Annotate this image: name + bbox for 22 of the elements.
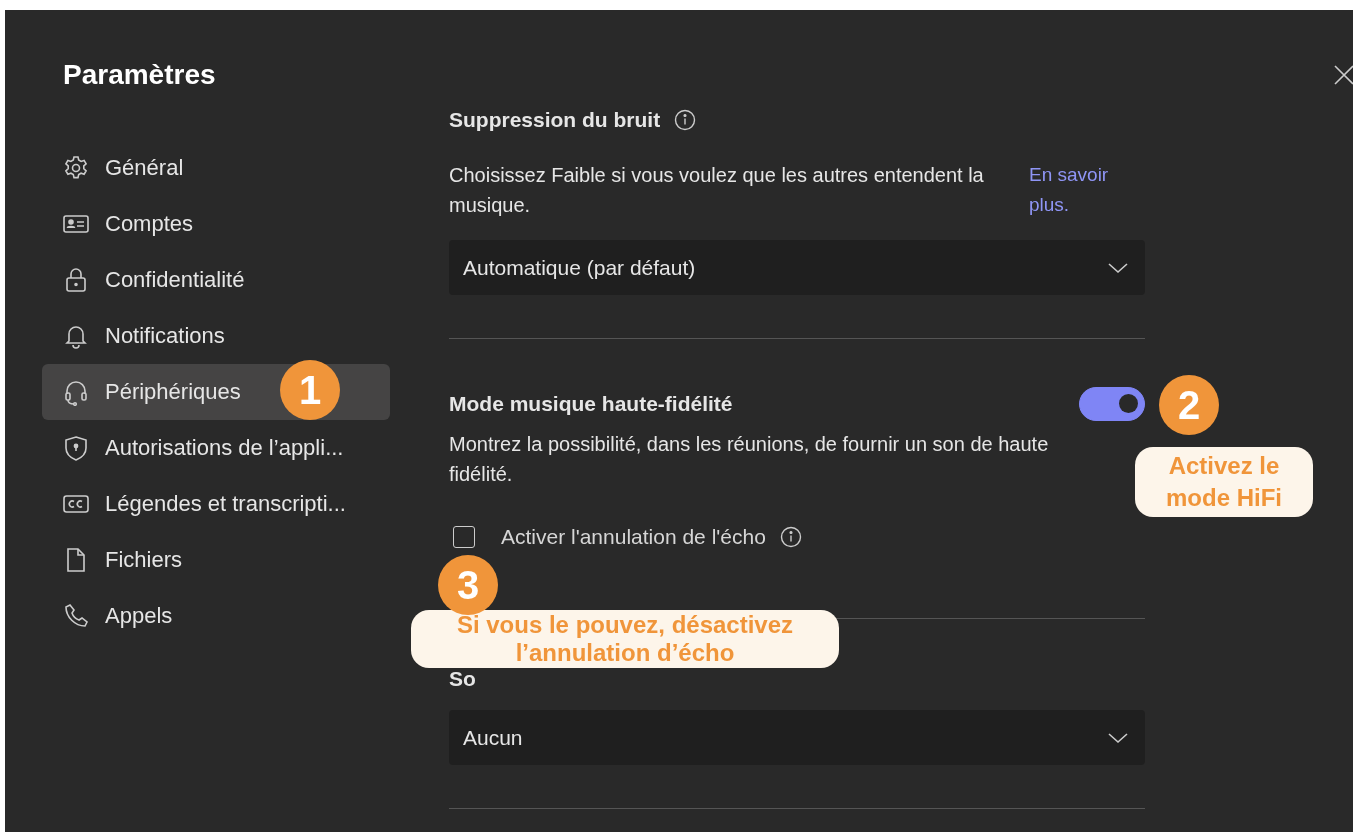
sidebar-item-label: Appels — [105, 603, 173, 629]
dropdown-value: Aucun — [463, 725, 523, 750]
sidebar-item-label: Général — [105, 155, 184, 181]
section-heading: So — [449, 666, 476, 692]
step-number-tooltip: 2 — [1159, 375, 1219, 435]
sidebar-item-label: Fichiers — [105, 547, 182, 573]
dropdown-value: Automatique (par défaut) — [463, 255, 696, 280]
sidebar-item-label: Confidentialité — [105, 267, 245, 293]
callout-tooltip: Si vous le pouvez, désactivez l’annulation d’écho — [411, 610, 839, 668]
section-description: Montrez la possibilité, dans les réunions, de fournir un son de haute fidélité. — [449, 432, 1050, 487]
dialog-title: Paramètres — [63, 58, 217, 92]
step-number-tooltip: 3 — [438, 555, 498, 615]
checkbox-label: Activer l'annulation de l'écho — [501, 525, 766, 549]
sidebar-item-label: Périphériques — [105, 379, 241, 405]
section-heading: Mode musique haute-fidélité — [449, 391, 733, 417]
sidebar-item-label: Comptes — [105, 211, 194, 237]
sidebar-item-label: Notifications — [105, 323, 225, 349]
callout-tooltip: Activez le mode HiFi — [1135, 447, 1313, 517]
section-description: Choisissez Faible si vous voulez que les autres entendent la musique. — [449, 163, 985, 218]
section-heading: Suppression du bruit — [449, 107, 661, 133]
sidebar-item-label: Légendes et transcripti... — [105, 491, 346, 517]
sidebar-item-label: Autorisations de l’appli... — [105, 435, 344, 461]
